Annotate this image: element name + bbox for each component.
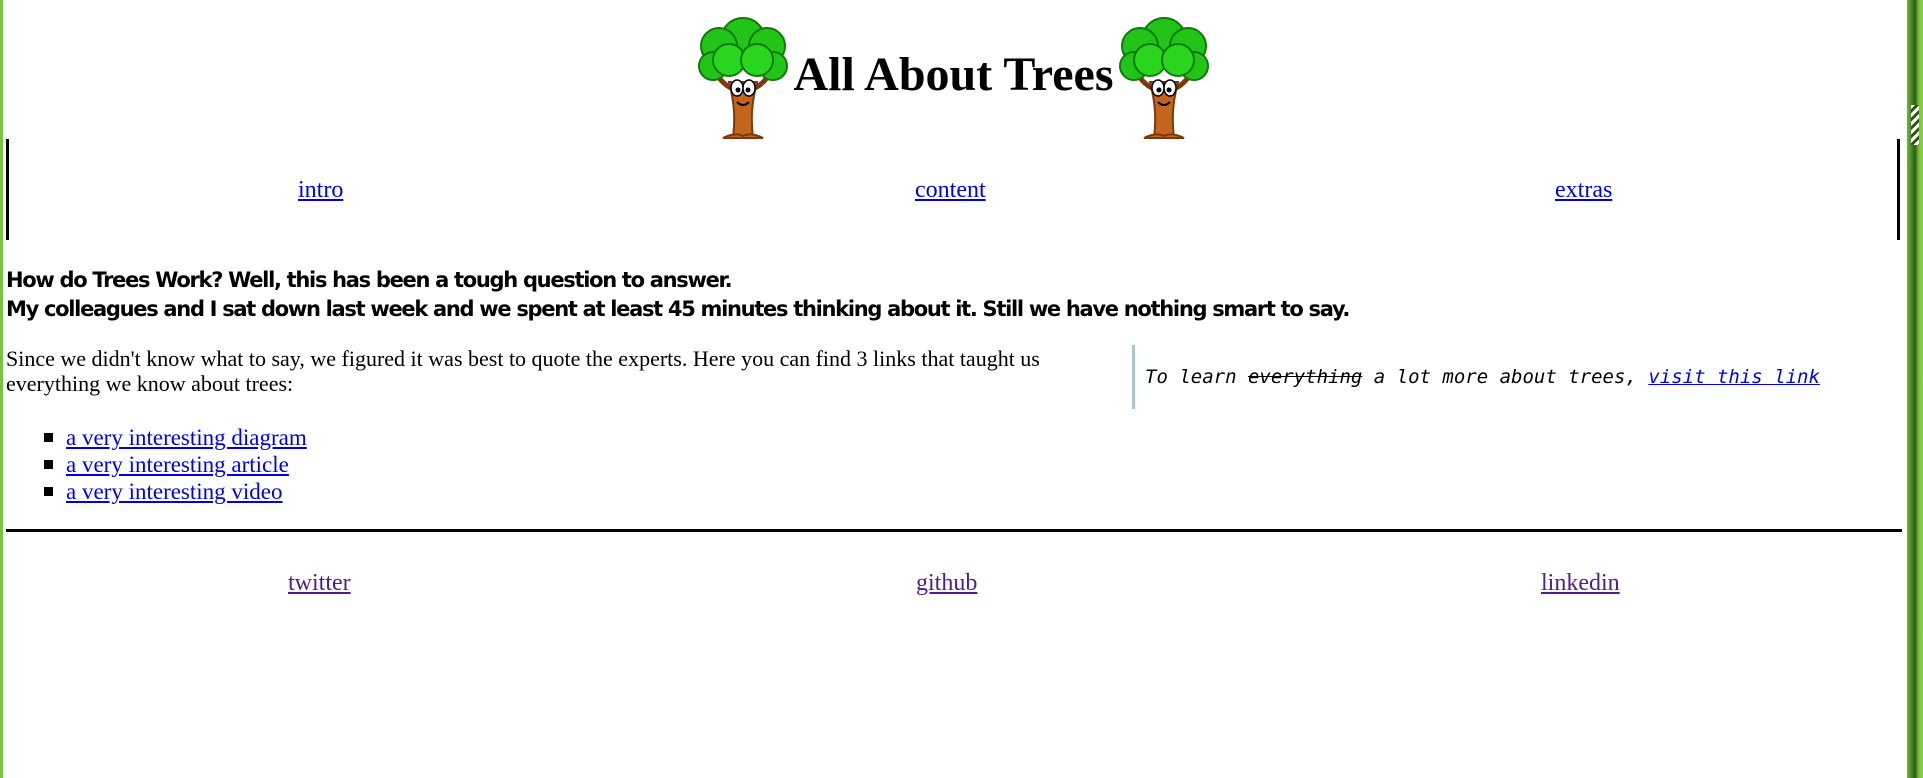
side-note-struck-word: everything bbox=[1247, 366, 1363, 388]
nav-link-extras[interactable]: extras bbox=[1555, 177, 1612, 204]
square-bullet-icon bbox=[44, 487, 53, 496]
footer-link-twitter[interactable]: twitter bbox=[288, 570, 351, 597]
square-bullet-icon bbox=[44, 460, 53, 469]
cartoon-tree-icon bbox=[1118, 17, 1209, 139]
visit-link[interactable]: visit this link bbox=[1648, 366, 1820, 388]
square-bullet-icon bbox=[44, 433, 53, 442]
link-diagram[interactable]: a very interesting diagram bbox=[66, 425, 307, 450]
page-footer: twitter github linkedin bbox=[0, 570, 1907, 610]
link-article[interactable]: a very interesting article bbox=[66, 452, 289, 477]
side-note-middle: a lot more about trees, bbox=[1362, 366, 1649, 388]
list-item: a very interesting video bbox=[6, 478, 307, 505]
intro-heading-line-2: My colleagues and I sat down last week a… bbox=[6, 297, 1350, 321]
divider bbox=[6, 529, 1902, 532]
footer-link-github[interactable]: github bbox=[916, 570, 977, 597]
intro-paragraph: Since we didn't know what to say, we fig… bbox=[6, 346, 1040, 396]
intro-heading-line-1: How do Trees Work? Well, this has been a… bbox=[6, 268, 733, 292]
window-edge-decoration bbox=[1911, 105, 1919, 145]
resource-link-list: a very interesting diagram a very intere… bbox=[6, 424, 307, 505]
list-item: a very interesting article bbox=[6, 451, 307, 478]
cartoon-tree-icon bbox=[698, 17, 789, 139]
list-item: a very interesting diagram bbox=[6, 424, 307, 451]
footer-link-linkedin[interactable]: linkedin bbox=[1541, 570, 1620, 597]
page-header: All About Trees bbox=[0, 10, 1907, 140]
side-note-prefix: To learn bbox=[1145, 366, 1248, 388]
main-nav: intro content extras bbox=[6, 139, 1900, 240]
nav-link-intro[interactable]: intro bbox=[298, 177, 343, 204]
link-video[interactable]: a very interesting video bbox=[66, 479, 283, 504]
side-note: To learn everything a lot more about tre… bbox=[1132, 345, 1892, 409]
nav-link-content[interactable]: content bbox=[915, 177, 986, 204]
intro-heading: How do Trees Work? Well, this has been a… bbox=[6, 266, 1706, 324]
page-title: All About Trees bbox=[793, 48, 1114, 101]
